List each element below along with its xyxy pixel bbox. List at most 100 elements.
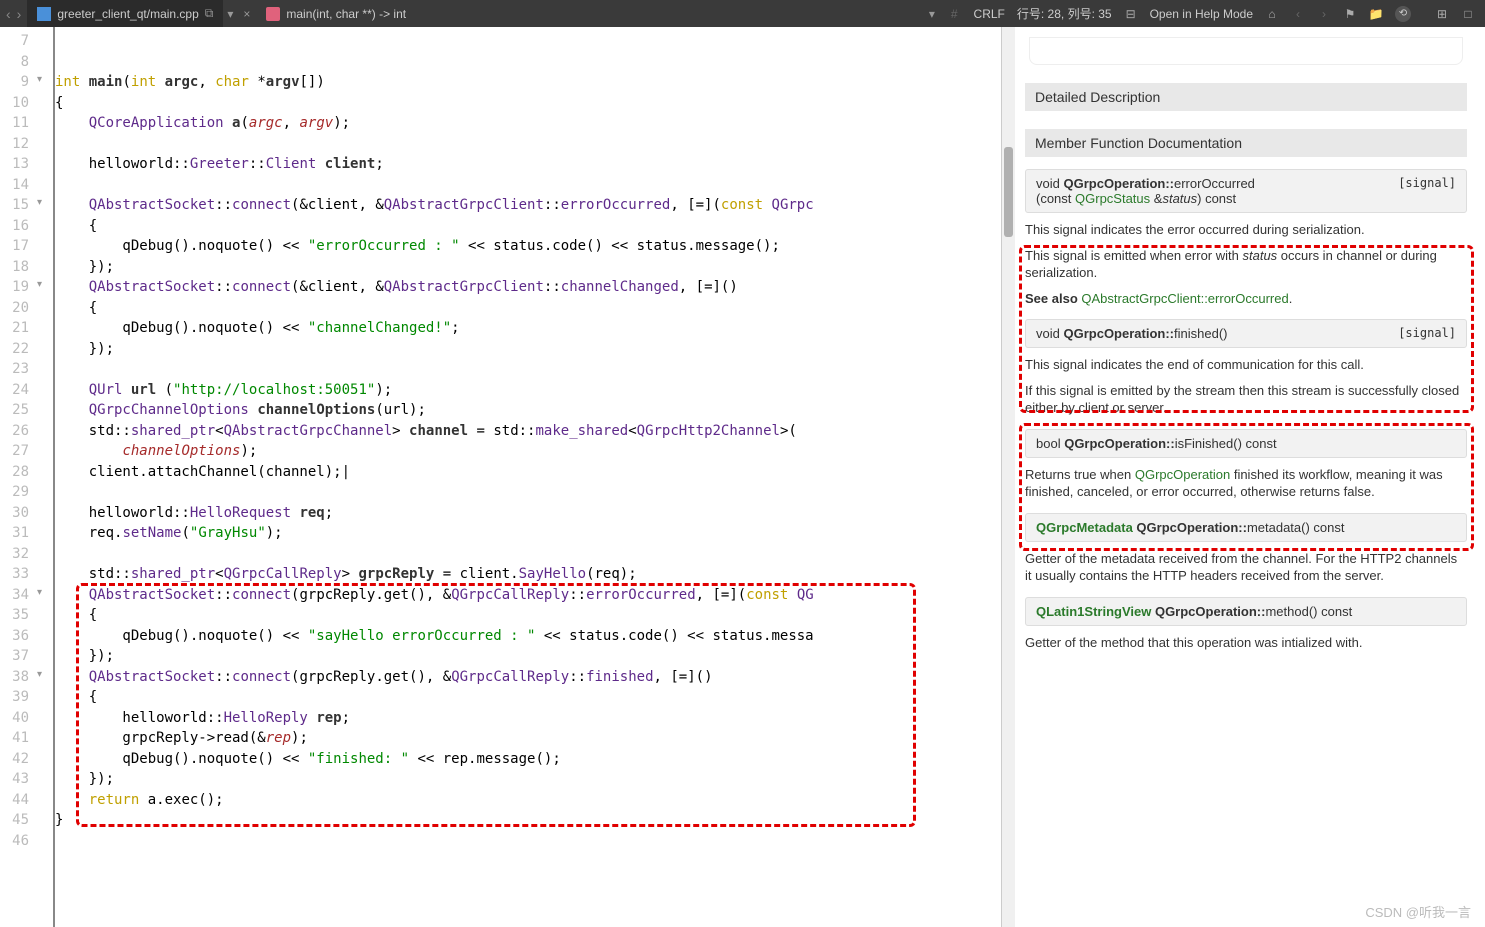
fold-marker[interactable] xyxy=(35,792,53,813)
seealso-link[interactable]: QAbstractGrpcClient::errorOccurred xyxy=(1081,291,1288,306)
fold-marker[interactable] xyxy=(35,833,53,854)
fold-marker[interactable] xyxy=(35,423,53,444)
fold-marker[interactable] xyxy=(35,710,53,731)
fold-marker[interactable] xyxy=(35,300,53,321)
code-line[interactable]: QCoreApplication a(argc, argv); xyxy=(53,115,1001,136)
fold-marker[interactable] xyxy=(35,812,53,833)
code-line[interactable]: helloworld::HelloRequest req; xyxy=(53,505,1001,526)
code-line[interactable]: helloworld::Greeter::Client client; xyxy=(53,156,1001,177)
nav-fwd-icon[interactable]: › xyxy=(17,6,22,22)
fold-marker[interactable] xyxy=(35,218,53,239)
fold-marker[interactable] xyxy=(35,689,53,710)
folder-icon[interactable]: 📁 xyxy=(1369,7,1383,21)
code-line[interactable]: QAbstractSocket::connect(&client, &QAbst… xyxy=(53,197,1001,218)
fold-marker[interactable] xyxy=(35,546,53,567)
type-link[interactable]: QLatin1StringView xyxy=(1036,604,1151,619)
code-line[interactable]: { xyxy=(53,607,1001,628)
fold-marker[interactable] xyxy=(35,74,53,95)
code-line[interactable]: QAbstractSocket::connect(grpcReply.get()… xyxy=(53,669,1001,690)
line-ending[interactable]: CRLF xyxy=(974,7,1005,21)
fold-marker[interactable] xyxy=(35,320,53,341)
cursor-position[interactable]: 行号: 28, 列号: 35 xyxy=(1017,5,1112,22)
type-link[interactable]: QGrpcOperation xyxy=(1135,467,1230,482)
fold-marker[interactable] xyxy=(35,607,53,628)
code-line[interactable]: { xyxy=(53,218,1001,239)
nav-back-icon[interactable]: ‹ xyxy=(6,6,11,22)
type-link[interactable]: QGrpcMetadata xyxy=(1036,520,1133,535)
code-line[interactable] xyxy=(55,54,1001,75)
code-line[interactable]: } xyxy=(53,812,1001,833)
code-line[interactable]: qDebug().noquote() << "channelChanged!"; xyxy=(53,320,1001,341)
code-line[interactable]: req.setName("GrayHsu"); xyxy=(53,525,1001,546)
code-line[interactable]: std::shared_ptr<QGrpcCallReply> grpcRepl… xyxy=(53,566,1001,587)
fold-marker[interactable] xyxy=(35,751,53,772)
code-line[interactable]: std::shared_ptr<QAbstractGrpcChannel> ch… xyxy=(53,423,1001,444)
fold-marker[interactable] xyxy=(35,115,53,136)
code-line[interactable]: QGrpcChannelOptions channelOptions(url); xyxy=(53,402,1001,423)
tab-popout-icon[interactable]: ⧉ xyxy=(205,6,214,21)
tab-dropdown-icon[interactable]: ▾ xyxy=(223,7,237,21)
fold-marker[interactable] xyxy=(35,505,53,526)
code-line[interactable]: { xyxy=(53,95,1001,116)
fold-marker[interactable] xyxy=(35,566,53,587)
fold-marker[interactable] xyxy=(35,197,53,218)
fold-marker[interactable] xyxy=(35,238,53,259)
code-area[interactable]: int main(int argc, char *argv[]){ QCoreA… xyxy=(53,27,1001,927)
code-line[interactable] xyxy=(53,136,1001,157)
code-line[interactable]: { xyxy=(53,689,1001,710)
crumb-dropdown-icon[interactable]: ▾ xyxy=(929,7,935,21)
code-line[interactable]: QAbstractSocket::connect(grpcReply.get()… xyxy=(53,587,1001,608)
fold-marker[interactable] xyxy=(35,259,53,280)
fold-marker[interactable] xyxy=(35,382,53,403)
editor-scrollbar[interactable] xyxy=(1001,27,1015,927)
fold-marker[interactable] xyxy=(35,525,53,546)
fold-marker[interactable] xyxy=(35,95,53,116)
split-icon[interactable]: ⊟ xyxy=(1124,7,1138,21)
fold-marker[interactable] xyxy=(35,402,53,423)
code-line[interactable] xyxy=(53,177,1001,198)
code-line[interactable]: client.attachChannel(channel);| xyxy=(53,464,1001,485)
code-line[interactable]: return a.exec(); xyxy=(53,792,1001,813)
nav-next-icon[interactable]: › xyxy=(1317,7,1331,21)
home-icon[interactable]: ⌂ xyxy=(1265,7,1279,21)
fold-marker[interactable] xyxy=(35,361,53,382)
fold-marker[interactable] xyxy=(35,771,53,792)
fold-marker[interactable] xyxy=(35,279,53,300)
code-line[interactable] xyxy=(53,361,1001,382)
code-line[interactable]: channelOptions); xyxy=(53,443,1001,464)
code-line[interactable] xyxy=(53,833,1001,854)
code-line[interactable]: qDebug().noquote() << "finished: " << re… xyxy=(53,751,1001,772)
code-line[interactable]: { xyxy=(53,300,1001,321)
code-line[interactable]: qDebug().noquote() << "sayHello errorOcc… xyxy=(53,628,1001,649)
fold-marker[interactable] xyxy=(35,156,53,177)
fold-marker[interactable] xyxy=(35,464,53,485)
fold-marker[interactable] xyxy=(35,484,53,505)
code-line[interactable]: qDebug().noquote() << "errorOccurred : "… xyxy=(53,238,1001,259)
type-link[interactable]: QGrpcStatus xyxy=(1075,191,1150,206)
code-line[interactable] xyxy=(55,33,1001,54)
fold-marker[interactable] xyxy=(35,341,53,362)
code-line[interactable]: grpcReply->read(&rep); xyxy=(53,730,1001,751)
method-crumb[interactable]: main(int, char **) -> int xyxy=(256,0,416,27)
scrollbar-thumb[interactable] xyxy=(1004,147,1013,237)
help-panel[interactable]: Detailed Description Member Function Doc… xyxy=(1015,27,1485,927)
close-panel-icon[interactable]: □ xyxy=(1461,7,1475,21)
link-icon[interactable]: ⟲ xyxy=(1395,6,1411,22)
fold-marker[interactable] xyxy=(35,730,53,751)
fold-marker[interactable] xyxy=(35,669,53,690)
fold-marker[interactable] xyxy=(35,443,53,464)
help-mode-label[interactable]: Open in Help Mode xyxy=(1150,7,1253,21)
code-line[interactable] xyxy=(53,546,1001,567)
bookmark-icon[interactable]: ⚑ xyxy=(1343,7,1357,21)
fold-marker[interactable] xyxy=(35,648,53,669)
code-line[interactable]: }); xyxy=(53,648,1001,669)
fold-marker[interactable] xyxy=(35,587,53,608)
file-tab[interactable]: greeter_client_qt/main.cpp ⧉ xyxy=(27,0,223,27)
tab-close-icon[interactable]: × xyxy=(237,7,256,21)
fold-marker[interactable] xyxy=(35,54,53,75)
nav-prev-icon[interactable]: ‹ xyxy=(1291,7,1305,21)
code-line[interactable]: int main(int argc, char *argv[]) xyxy=(53,74,1001,95)
fold-marker[interactable] xyxy=(35,628,53,649)
code-line[interactable]: helloworld::HelloReply rep; xyxy=(53,710,1001,731)
fold-marker[interactable] xyxy=(35,33,53,54)
